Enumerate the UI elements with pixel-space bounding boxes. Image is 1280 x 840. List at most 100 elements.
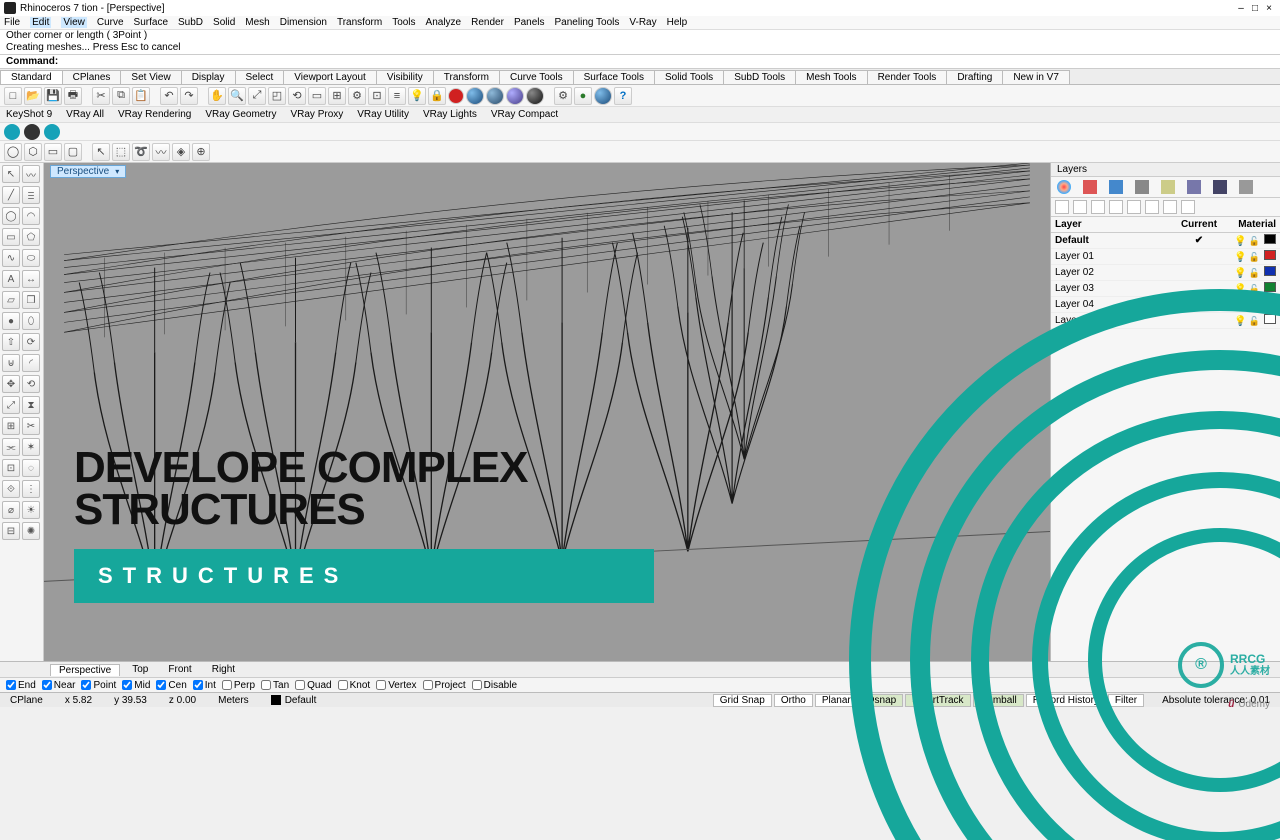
tab-new-v7[interactable]: New in V7 [1002, 70, 1070, 84]
tool-analyze-icon[interactable]: ⌀ [2, 501, 20, 519]
world-icon[interactable] [594, 87, 612, 105]
libraries-tab-icon[interactable] [1187, 180, 1201, 194]
osnap-tan[interactable]: Tan [261, 680, 289, 691]
tool-polygon-icon[interactable]: ⬠ [22, 228, 40, 246]
aux-hex-icon[interactable]: ⬡ [24, 143, 42, 161]
tab-render-tools[interactable]: Render Tools [867, 70, 948, 84]
osnap-checkbox[interactable] [81, 680, 91, 690]
render-sphere-icon[interactable] [466, 87, 484, 105]
tab-keyshot[interactable]: KeyShot 9 [6, 109, 52, 120]
move-up-icon[interactable] [1109, 200, 1123, 214]
osnap-near[interactable]: Near [42, 680, 76, 691]
tool-scale-icon[interactable]: ⤢ [2, 396, 20, 414]
tab-vray-utility[interactable]: VRay Utility [357, 109, 409, 120]
osnap-int[interactable]: Int [193, 680, 216, 691]
command-input[interactable] [62, 56, 1274, 67]
tab-vray-rendering[interactable]: VRay Rendering [118, 109, 191, 120]
tab-vray-all[interactable]: VRay All [66, 109, 104, 120]
osnap-checkbox[interactable] [222, 680, 232, 690]
tool-misc-icon[interactable]: ✺ [22, 522, 40, 540]
layer-tools-icon[interactable] [1163, 200, 1177, 214]
aux-circle-icon[interactable]: ◯ [4, 143, 22, 161]
open-icon[interactable]: 📂 [24, 87, 42, 105]
osnap-checkbox[interactable] [423, 680, 433, 690]
tab-visibility[interactable]: Visibility [376, 70, 434, 84]
vray-btn1-icon[interactable] [4, 124, 20, 140]
tool-ellipse-icon[interactable]: ⬭ [22, 249, 40, 267]
layers-col-material[interactable]: Material [1224, 219, 1276, 230]
osnap-vertex[interactable]: Vertex [376, 680, 416, 691]
aux-spiral-icon[interactable]: ➰ [132, 143, 150, 161]
menu-tools[interactable]: Tools [392, 17, 415, 28]
zoom-icon[interactable]: 🔍 [228, 87, 246, 105]
osnap-quad[interactable]: Quad [295, 680, 331, 691]
osnap-checkbox[interactable] [122, 680, 132, 690]
status-btn-grid-snap[interactable]: Grid Snap [713, 694, 772, 707]
menu-transform[interactable]: Transform [337, 17, 382, 28]
tool-trim-icon[interactable]: ✂ [22, 417, 40, 435]
osnap-checkbox[interactable] [338, 680, 348, 690]
lightbulb-icon[interactable]: 💡 [408, 87, 426, 105]
osnap-perp[interactable]: Perp [222, 680, 255, 691]
tool-rotate-icon[interactable]: ⟲ [22, 375, 40, 393]
tab-curve-tools[interactable]: Curve Tools [499, 70, 574, 84]
osnap-checkbox[interactable] [261, 680, 271, 690]
close-button[interactable]: × [1262, 3, 1276, 14]
redo-icon[interactable]: ↷ [180, 87, 198, 105]
pan-icon[interactable]: ✋ [208, 87, 226, 105]
properties-tab-icon[interactable] [1109, 180, 1123, 194]
tab-vray-lights[interactable]: VRay Lights [423, 109, 477, 120]
osnap-checkbox[interactable] [193, 680, 203, 690]
menu-surface[interactable]: Surface [134, 17, 168, 28]
tab-vray-proxy[interactable]: VRay Proxy [290, 109, 343, 120]
filter-layer-icon[interactable] [1145, 200, 1159, 214]
tool-fillet-icon[interactable]: ◜ [22, 354, 40, 372]
tool-explode-icon[interactable]: ✶ [22, 438, 40, 456]
aux-tag-icon[interactable]: ◈ [172, 143, 190, 161]
tab-transform[interactable]: Transform [433, 70, 500, 84]
tab-vray-geometry[interactable]: VRay Geometry [205, 109, 276, 120]
menu-subd[interactable]: SubD [178, 17, 203, 28]
tool-line-icon[interactable]: ╱ [2, 186, 20, 204]
tool-rebuild-icon[interactable]: ⟐ [2, 480, 20, 498]
tool-boolean-icon[interactable]: ⊎ [2, 354, 20, 372]
layers-tab-icon[interactable] [1083, 180, 1097, 194]
tool-sphere-icon[interactable]: ● [2, 312, 20, 330]
cut-icon[interactable]: ✂ [92, 87, 110, 105]
tool-hide-icon[interactable]: ◌ [22, 459, 40, 477]
osnap-point[interactable]: Point [81, 680, 116, 691]
aux-target-icon[interactable]: ⊕ [192, 143, 210, 161]
help-tab-icon[interactable] [1239, 180, 1253, 194]
lock-icon[interactable]: 🔒 [428, 87, 446, 105]
menu-render[interactable]: Render [471, 17, 504, 28]
select-icon[interactable]: ▭ [308, 87, 326, 105]
tab-solid-tools[interactable]: Solid Tools [654, 70, 724, 84]
tool-grid-icon[interactable]: ⊟ [2, 522, 20, 540]
tool-mirror-icon[interactable]: ⧗ [22, 396, 40, 414]
tool-box-icon[interactable]: ❒ [22, 291, 40, 309]
rotate-view-icon[interactable]: ⟲ [288, 87, 306, 105]
menu-dimension[interactable]: Dimension [280, 17, 327, 28]
new-layer-icon[interactable] [1055, 200, 1069, 214]
new-icon[interactable]: □ [4, 87, 22, 105]
vray-btn2-icon[interactable] [24, 124, 40, 140]
notifications-tab-icon[interactable] [1213, 180, 1227, 194]
tab-vray-compact[interactable]: VRay Compact [491, 109, 558, 120]
aux-box2-icon[interactable]: ⬚ [112, 143, 130, 161]
osnap-checkbox[interactable] [156, 680, 166, 690]
tool-move-icon[interactable]: ✥ [2, 375, 20, 393]
tool-polyline-icon[interactable]: Ⲷ [22, 186, 40, 204]
osnap-checkbox[interactable] [376, 680, 386, 690]
tool-curve-icon[interactable]: ∿ [2, 249, 20, 267]
aux-cursor-icon[interactable]: ↖ [92, 143, 110, 161]
osnap-checkbox[interactable] [42, 680, 52, 690]
layers-icon[interactable]: ≡ [388, 87, 406, 105]
tab-surface-tools[interactable]: Surface Tools [573, 70, 655, 84]
tool-dim-icon[interactable]: ↔ [22, 270, 40, 288]
move-down-icon[interactable] [1127, 200, 1141, 214]
menu-paneling-tools[interactable]: Paneling Tools [555, 17, 620, 28]
tool-rect-icon[interactable]: ▭ [2, 228, 20, 246]
material-red-icon[interactable] [448, 88, 464, 104]
new-sublayer-icon[interactable] [1073, 200, 1087, 214]
menu-solid[interactable]: Solid [213, 17, 235, 28]
